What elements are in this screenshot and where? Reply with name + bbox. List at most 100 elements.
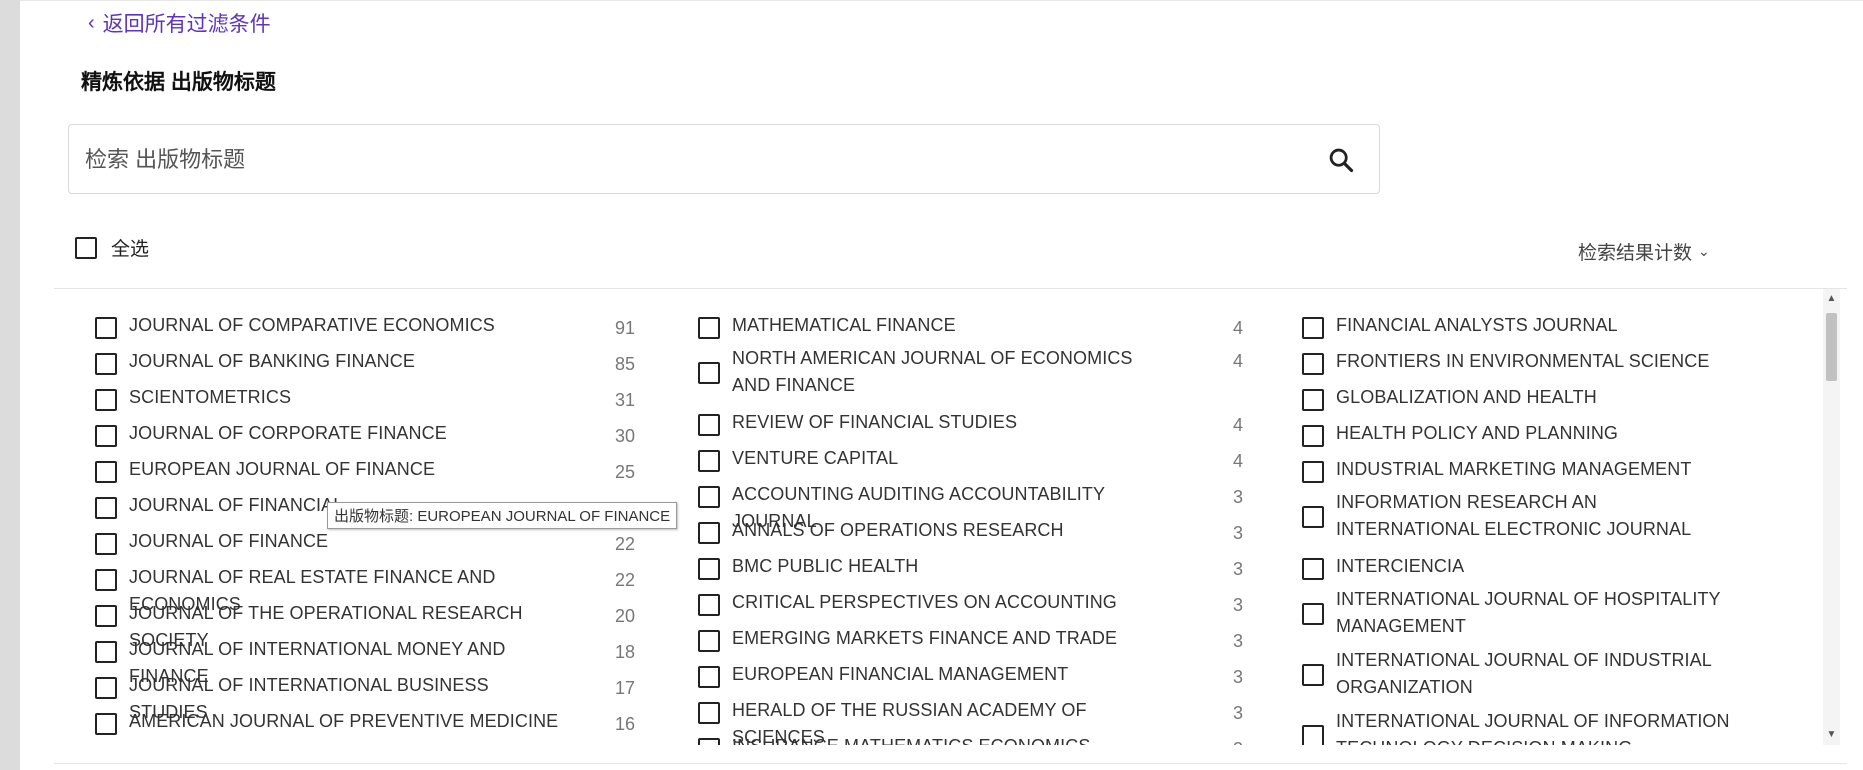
list-item[interactable]: INTERNATIONAL JOURNAL OF INDUSTRIAL ORGA… <box>1302 650 1824 711</box>
publication-title: INSURANCE MATHEMATICS ECONOMICS <box>732 733 1162 745</box>
checkbox-icon[interactable] <box>698 362 720 384</box>
checkbox-icon[interactable] <box>95 317 117 339</box>
checkbox-icon[interactable] <box>698 558 720 580</box>
publication-title: REVIEW OF FINANCIAL STUDIES <box>732 412 1018 432</box>
checkbox-icon[interactable] <box>698 630 720 652</box>
record-count: 85 <box>614 354 635 374</box>
checkbox-icon[interactable] <box>698 522 720 544</box>
checkbox-icon[interactable] <box>1302 558 1324 580</box>
list-item[interactable]: NORTH AMERICAN JOURNAL OF ECONOMICS AND … <box>698 348 1243 409</box>
list-item[interactable]: JOURNAL OF THE OPERATIONAL RESEARCH SOCI… <box>95 600 635 650</box>
list-item[interactable]: INTERCIENCIA2 <box>1302 553 1824 589</box>
list-item[interactable]: JOURNAL OF INTERNATIONAL BUSINESS STUDIE… <box>95 672 635 722</box>
list-item[interactable]: JOURNAL OF CORPORATE FINANCE 30 <box>95 420 635 456</box>
list-item[interactable]: JOURNAL OF REAL ESTATE FINANCE AND ECONO… <box>95 564 635 614</box>
checkbox-icon[interactable] <box>95 353 117 375</box>
list-item[interactable]: REVIEW OF FINANCIAL STUDIES 4 <box>698 409 1243 445</box>
back-to-all-filters-link[interactable]: ‹ 返回所有过滤条件 <box>88 8 271 38</box>
list-item[interactable]: ANNALS OF OPERATIONS RESEARCH 3 <box>698 517 1243 553</box>
list-item[interactable]: EUROPEAN JOURNAL OF FINANCE 25 <box>95 456 635 492</box>
checkbox-icon[interactable] <box>1302 603 1324 625</box>
list-item[interactable]: INFORMATION RESEARCH AN INTERNATIONAL EL… <box>1302 492 1824 553</box>
checkbox-icon[interactable] <box>1302 425 1324 447</box>
record-count: 22 <box>614 570 635 590</box>
checkbox-icon[interactable] <box>95 425 117 447</box>
checkbox-icon[interactable] <box>698 414 720 436</box>
checkbox-icon[interactable] <box>698 738 720 745</box>
checkbox-icon[interactable] <box>95 569 117 591</box>
checkbox-icon[interactable] <box>1302 506 1324 528</box>
checkbox-icon[interactable] <box>698 666 720 688</box>
checkbox-icon[interactable] <box>698 486 720 508</box>
publication-title: EUROPEAN JOURNAL OF FINANCE <box>129 459 436 479</box>
search-box <box>68 124 1380 195</box>
checkbox-icon[interactable] <box>1302 317 1324 339</box>
record-count: 3 <box>1232 631 1243 651</box>
select-all-checkbox[interactable]: 全选 <box>75 234 149 261</box>
checkbox-icon[interactable] <box>95 641 117 663</box>
checkbox-icon[interactable] <box>698 594 720 616</box>
checkbox-icon[interactable] <box>1302 664 1324 686</box>
record-count: 3 <box>1232 595 1243 615</box>
list-column-2: MATHEMATICAL FINANCE 4 NORTH AMERICAN JOUR… <box>698 312 1243 745</box>
checkbox-icon[interactable] <box>95 713 117 735</box>
list-item[interactable]: JOURNAL OF BANKING FINANCE 85 <box>95 348 635 384</box>
sort-by-record-count-dropdown[interactable]: 检索结果计数 ⌄ <box>1578 238 1710 265</box>
checkbox-icon[interactable] <box>75 236 97 259</box>
list-item[interactable]: INDUSTRIAL MARKETING MANAGEMENT2 <box>1302 456 1824 492</box>
list-item[interactable]: AMERICAN JOURNAL OF PREVENTIVE MEDICINE 1… <box>95 708 635 744</box>
list-item[interactable]: HERALD OF THE RUSSIAN ACADEMY OF SCIENCE… <box>698 697 1243 745</box>
checkbox-icon[interactable] <box>95 461 117 483</box>
publication-title: JOURNAL OF COMPARATIVE ECONOMICS <box>129 315 495 335</box>
checkbox-icon[interactable] <box>1302 461 1324 483</box>
list-scrollbar[interactable]: ▲ ▼ <box>1823 289 1840 745</box>
list-item[interactable]: GLOBALIZATION AND HEALTH2 <box>1302 384 1824 420</box>
list-item[interactable]: INSURANCE MATHEMATICS ECONOMICS 3 <box>698 733 1243 745</box>
list-item[interactable]: BMC PUBLIC HEALTH 3 <box>698 553 1243 589</box>
publication-title: HEALTH POLICY AND PLANNING <box>1336 423 1619 443</box>
record-count: 20 <box>614 606 635 626</box>
publication-title: CRITICAL PERSPECTIVES ON ACCOUNTING <box>732 592 1117 612</box>
list-item[interactable]: JOURNAL OF INTERNATIONAL MONEY AND FINAN… <box>95 636 635 686</box>
record-count: 22 <box>614 534 635 554</box>
checkbox-icon[interactable] <box>95 605 117 627</box>
record-count: 91 <box>614 318 635 338</box>
search-input[interactable] <box>83 125 1287 195</box>
list-item[interactable]: JOURNAL OF FINANCE 22 <box>95 528 635 564</box>
list-item[interactable]: VENTURE CAPITAL 4 <box>698 445 1243 481</box>
list-item[interactable]: JOURNAL OF COMPARATIVE ECONOMICS 91 <box>95 312 635 348</box>
scroll-up-arrow-icon[interactable]: ▲ <box>1823 291 1840 307</box>
checkbox-icon[interactable] <box>1302 725 1324 745</box>
list-item[interactable]: SCIENTOMETRICS 31 <box>95 384 635 420</box>
list-item[interactable]: HEALTH POLICY AND PLANNING2 <box>1302 420 1824 456</box>
record-count: 16 <box>614 714 635 734</box>
list-item[interactable]: EMERGING MARKETS FINANCE AND TRADE 3 <box>698 625 1243 661</box>
list-item[interactable]: ACCOUNTING AUDITING ACCOUNTABILITY JOURN… <box>698 481 1243 531</box>
record-count: 3 <box>1233 738 1243 745</box>
checkbox-icon[interactable] <box>698 702 720 724</box>
list-item[interactable]: MATHEMATICAL FINANCE 4 <box>698 312 1243 348</box>
publication-title: JOURNAL OF CORPORATE FINANCE <box>129 423 447 443</box>
publication-title: INFORMATION RESEARCH AN INTERNATIONAL EL… <box>1336 492 1692 539</box>
list-item[interactable]: FINANCIAL ANALYSTS JOURNAL2 <box>1302 312 1824 348</box>
list-item[interactable]: INTERNATIONAL JOURNAL OF INFORMATION TEC… <box>1302 711 1824 745</box>
publication-title: INTERNATIONAL JOURNAL OF INDUSTRIAL ORGA… <box>1336 650 1712 697</box>
list-item[interactable]: EUROPEAN FINANCIAL MANAGEMENT 3 <box>698 661 1243 697</box>
checkbox-icon[interactable] <box>1302 353 1324 375</box>
checkbox-icon[interactable] <box>95 497 117 519</box>
select-all-label: 全选 <box>111 239 150 260</box>
checkbox-icon[interactable] <box>1302 389 1324 411</box>
list-item[interactable]: CRITICAL PERSPECTIVES ON ACCOUNTING 3 <box>698 589 1243 625</box>
checkbox-icon[interactable] <box>95 677 117 699</box>
checkbox-icon[interactable] <box>698 317 720 339</box>
checkbox-icon[interactable] <box>95 389 117 411</box>
list-item[interactable]: FRONTIERS IN ENVIRONMENTAL SCIENCE2 <box>1302 348 1824 384</box>
list-item[interactable]: INTERNATIONAL JOURNAL OF HOSPITALITY MAN… <box>1302 589 1824 650</box>
record-count: 3 <box>1232 703 1243 723</box>
left-edge-bar <box>0 0 20 770</box>
scrollbar-thumb[interactable] <box>1826 313 1837 381</box>
search-icon[interactable] <box>1327 146 1355 174</box>
checkbox-icon[interactable] <box>698 450 720 472</box>
scroll-down-arrow-icon[interactable]: ▼ <box>1823 727 1840 743</box>
checkbox-icon[interactable] <box>95 533 117 555</box>
